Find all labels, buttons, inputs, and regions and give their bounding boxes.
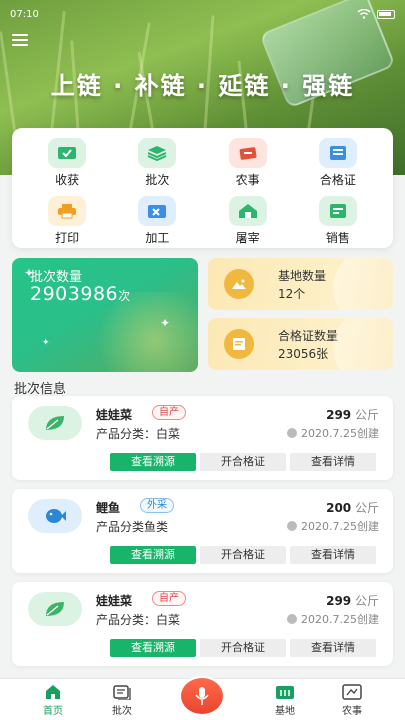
- certificate-count-value: 23056张: [278, 346, 329, 361]
- batch-tag: 外采: [140, 498, 174, 513]
- batch-weight: 299 公斤: [326, 408, 379, 422]
- base-icon: [276, 686, 294, 699]
- nav-base[interactable]: 基地: [255, 684, 315, 717]
- func-certificate[interactable]: 合格证: [293, 138, 383, 190]
- func-harvest[interactable]: 收获: [22, 138, 112, 190]
- clock-icon: [287, 614, 298, 624]
- view-trace-button[interactable]: 查看溯源: [110, 546, 196, 564]
- batch-category: 产品分类：白菜: [96, 613, 181, 627]
- batch-card[interactable]: 娃娃菜 自产 产品分类：白菜 299 公斤 2020.7.25创建 查看溯源 开…: [12, 396, 393, 480]
- nav-home[interactable]: 首页: [23, 684, 83, 717]
- issue-certificate-button[interactable]: 开合格证: [200, 639, 286, 657]
- clock-icon: [287, 521, 298, 531]
- certificate-count-label: 合格证数量: [278, 328, 339, 343]
- func-slaughter[interactable]: 屠宰: [203, 196, 293, 248]
- slaughter-icon: [228, 196, 267, 226]
- func-sales[interactable]: 销售: [293, 196, 383, 248]
- certificate-count-card[interactable]: 合格证数量 23056张: [208, 318, 393, 370]
- microphone-icon: [195, 687, 209, 705]
- nav-batch[interactable]: 批次: [92, 684, 152, 717]
- harvest-icon: [48, 138, 87, 168]
- view-trace-button[interactable]: 查看溯源: [110, 453, 196, 471]
- batch-date: 2020.7.25创建: [287, 518, 379, 534]
- view-detail-button[interactable]: 查看详情: [290, 639, 376, 657]
- menu-icon[interactable]: [12, 34, 28, 46]
- mountain-icon: [224, 269, 254, 299]
- voice-button[interactable]: [178, 676, 226, 716]
- batch-weight: 200 公斤: [326, 501, 379, 515]
- leaf-icon: [28, 406, 82, 440]
- base-count-value: 12个: [278, 286, 306, 301]
- batch-category: 产品分类：白菜: [96, 427, 181, 441]
- clock-icon: [287, 428, 298, 438]
- batch-tag: 自产: [152, 591, 186, 606]
- farm-work-icon: [342, 684, 362, 700]
- sales-icon: [318, 196, 357, 226]
- sparkle-icon: ✦: [42, 338, 50, 348]
- base-count-label: 基地数量: [278, 268, 327, 283]
- nav-farm-work[interactable]: 农事: [322, 684, 382, 717]
- batch-card[interactable]: 娃娃菜 自产 产品分类：白菜 299 公斤 2020.7.25创建 查看溯源 开…: [12, 582, 393, 666]
- fish-icon: [28, 499, 82, 533]
- batch-name: 鲤鱼: [96, 501, 121, 515]
- process-icon: [138, 196, 177, 226]
- batch-name: 娃娃菜: [96, 594, 133, 608]
- view-detail-button[interactable]: 查看详情: [290, 546, 376, 564]
- sparkle-icon: ✦: [160, 316, 171, 330]
- issue-certificate-button[interactable]: 开合格证: [200, 453, 286, 471]
- batch-icon: [138, 138, 177, 168]
- batch-card[interactable]: 鲤鱼 外采 产品分类鱼类 200 公斤 2020.7.25创建 查看溯源 开合格…: [12, 489, 393, 573]
- status-bar: 07:10: [10, 6, 395, 22]
- func-farm-work[interactable]: 农事: [203, 138, 293, 190]
- batch-date: 2020.7.25创建: [287, 425, 379, 441]
- batch-icon: [113, 685, 131, 700]
- batch-category: 产品分类鱼类: [96, 520, 169, 534]
- certificate-icon: [224, 329, 254, 359]
- batch-name: 娃娃菜: [96, 408, 133, 422]
- batch-count-value: 2903986次: [30, 283, 131, 305]
- function-grid: 收获 批次 农事 合格证 打印 加工 屠宰 销售: [12, 128, 393, 248]
- hero-slogan: 上链 · 补链 · 延链 · 强链: [50, 72, 355, 100]
- leaf-icon: [28, 592, 82, 626]
- battery-icon: [377, 9, 395, 19]
- batch-weight: 299 公斤: [326, 594, 379, 608]
- wifi-icon: [357, 9, 371, 19]
- func-batch[interactable]: 批次: [112, 138, 202, 190]
- print-icon: [48, 196, 87, 226]
- home-icon: [46, 685, 60, 699]
- view-trace-button[interactable]: 查看溯源: [110, 639, 196, 657]
- batch-tag: 自产: [152, 405, 186, 420]
- batch-date: 2020.7.25创建: [287, 611, 379, 627]
- issue-certificate-button[interactable]: 开合格证: [200, 546, 286, 564]
- func-print[interactable]: 打印: [22, 196, 112, 248]
- func-process[interactable]: 加工: [112, 196, 202, 248]
- view-detail-button[interactable]: 查看详情: [290, 453, 376, 471]
- section-title: 批次信息: [14, 382, 67, 397]
- base-count-card[interactable]: 基地数量 12个: [208, 258, 393, 310]
- status-time: 07:10: [10, 8, 39, 20]
- certificate-icon: [318, 138, 357, 168]
- farm-work-icon: [228, 138, 267, 168]
- batch-count-card[interactable]: ✦ ✦ ✦ 批次数量 2903986次: [12, 258, 198, 372]
